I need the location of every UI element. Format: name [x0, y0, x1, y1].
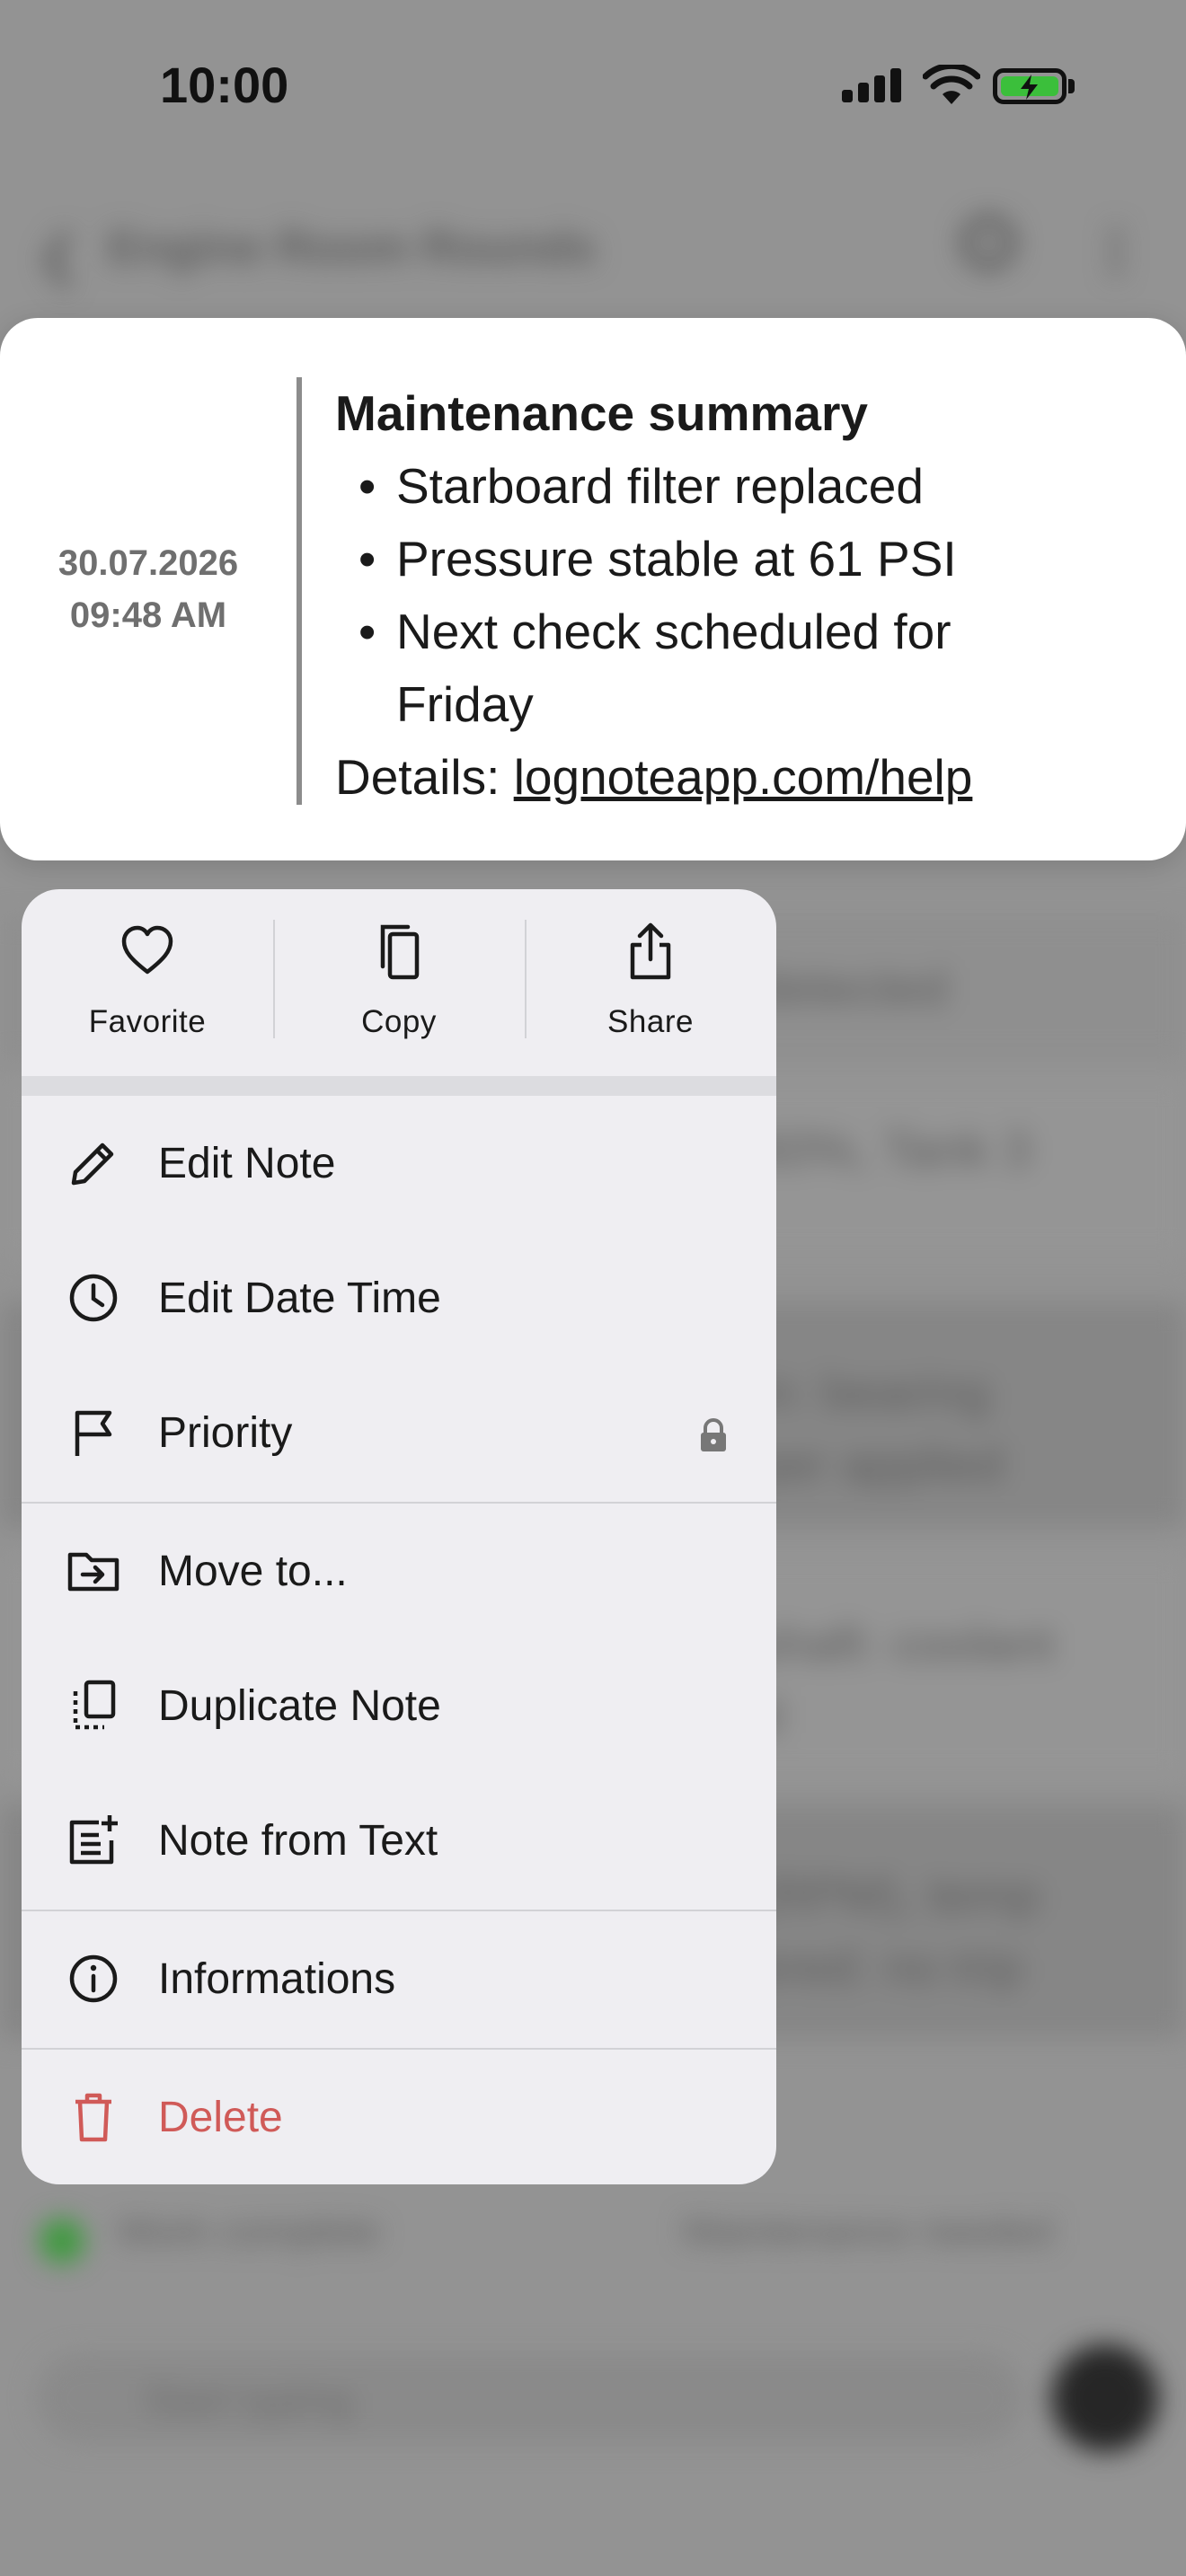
duplicate-note-label: Duplicate Note [158, 1682, 441, 1730]
note-from-text-label: Note from Text [158, 1817, 438, 1865]
copy-icon [380, 924, 420, 980]
note-add-icon [69, 1815, 118, 1865]
duplicate-icon [73, 1680, 116, 1730]
note-details: Details: lognoteapp.com/help [335, 741, 1144, 814]
duplicate-note-item[interactable]: Duplicate Note [22, 1638, 776, 1773]
note-divider [296, 377, 302, 805]
note-details-label: Details: [335, 749, 514, 805]
note-from-text-item[interactable]: Note from Text [22, 1773, 776, 1908]
background-tag: Work complete [117, 2210, 380, 2254]
folder-move-icon [67, 1552, 119, 1592]
edit-date-time-item[interactable]: Edit Date Time [22, 1231, 776, 1365]
status-time: 10:00 [160, 57, 289, 113]
edit-date-time-label: Edit Date Time [158, 1275, 441, 1322]
info-icon [69, 1954, 118, 2003]
delete-label: Delete [158, 2094, 283, 2141]
note-preview-card: 30.07.2026 09:48 AM Maintenance summary … [0, 318, 1186, 860]
move-to-item[interactable]: Move to... [22, 1504, 776, 1638]
clock-icon [69, 1274, 118, 1322]
background-row-text: ered: no trip [755, 1938, 1023, 1995]
background-app-bar: ❮ Engine Room Rounds [0, 189, 1186, 296]
note-content: Maintenance summary Starboard filter rep… [335, 377, 1144, 814]
delete-item[interactable]: Delete [22, 2050, 776, 2184]
priority-label: Priority [158, 1409, 293, 1457]
background-row-text: in: bearing [755, 1363, 990, 1420]
background-fab [1051, 2344, 1159, 2452]
copy-button[interactable]: Copy [273, 889, 525, 1076]
flag-icon [75, 1410, 112, 1456]
note-time: 09:48 AM [69, 595, 227, 635]
note-timestamp: 30.07.2026 09:48 AM [36, 537, 261, 641]
favorite-button[interactable]: Favorite [22, 889, 273, 1076]
share-button[interactable]: Share [525, 889, 776, 1076]
wifi-icon [923, 65, 980, 104]
quick-actions-row: Favorite Copy Share [22, 889, 776, 1076]
background-row-text: detected [755, 959, 948, 1016]
quick-actions-divider [22, 1076, 776, 1096]
background-row-text: (RPM), temp [755, 1866, 1040, 1923]
note-bullet: Starboard filter replaced [335, 450, 1144, 523]
context-menu: Favorite Copy Share Edit Note Edit Date … [22, 889, 776, 2184]
priority-item[interactable]: Priority [22, 1365, 776, 1500]
favorite-label: Favorite [88, 1004, 207, 1039]
back-arrow-icon: ❮ [36, 225, 82, 286]
trash-icon [75, 2093, 111, 2142]
more-icon [1110, 225, 1122, 278]
move-to-label: Move to... [158, 1548, 348, 1595]
background-app-title: Engine Room Rounds [108, 222, 597, 274]
background-input-placeholder: Start typing [144, 2377, 353, 2423]
edit-note-item[interactable]: Edit Note [22, 1096, 776, 1231]
share-icon [630, 922, 671, 980]
share-label: Share [607, 1004, 694, 1039]
battery-icon [993, 68, 1067, 104]
edit-note-label: Edit Note [158, 1140, 336, 1187]
note-date: 30.07.2026 [58, 543, 239, 583]
informations-label: Informations [158, 1955, 396, 2003]
note-heading: Maintenance summary [335, 385, 868, 441]
background-row-text: 60%, Tank 3 [755, 1121, 1031, 1178]
informations-item[interactable]: Informations [22, 1911, 776, 2046]
lock-icon [701, 1418, 726, 1451]
background-tag: Maintenance needed [683, 2210, 1052, 2254]
background-row-text: shaft: coolant [755, 1615, 1055, 1672]
note-details-link[interactable]: lognoteapp.com/help [514, 749, 973, 805]
status-icons [840, 63, 1083, 110]
search-icon [961, 216, 1015, 269]
note-bullet: Pressure stable at 61 PSI [335, 523, 1144, 595]
copy-label: Copy [361, 1004, 437, 1039]
pencil-icon [71, 1142, 114, 1186]
status-dot-icon [40, 2219, 84, 2263]
background-row-text: per applied [755, 1435, 1005, 1492]
note-bullet: Next check scheduled for Friday [335, 595, 1052, 741]
heart-icon [121, 925, 173, 975]
